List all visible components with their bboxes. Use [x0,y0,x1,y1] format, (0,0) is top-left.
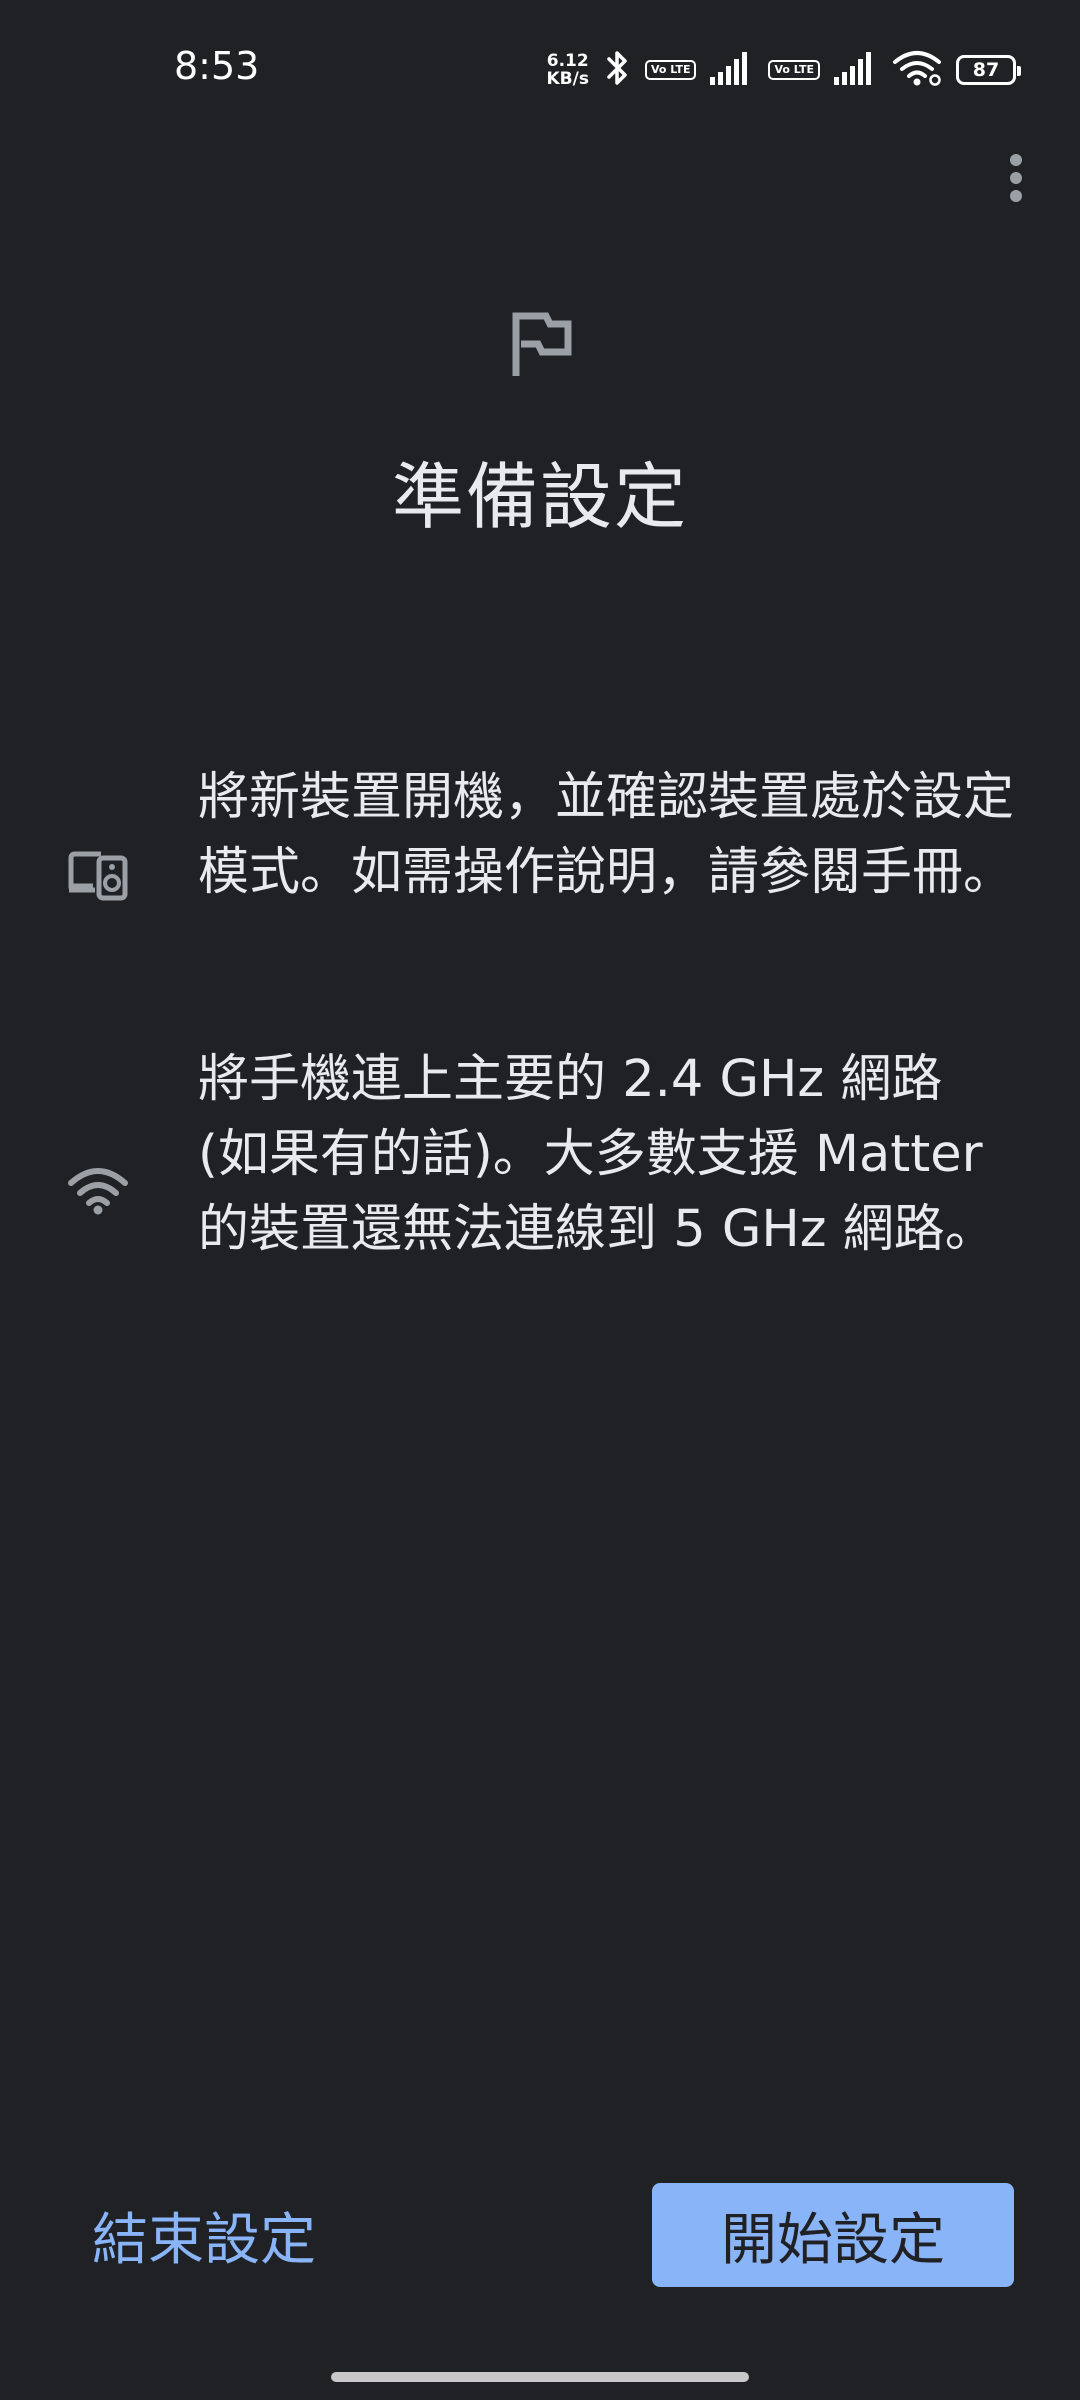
end-setup-button[interactable]: 結束設定 [76,2192,332,2278]
network-speed: 6.12 KB/s [547,52,589,88]
status-icons: 6.12 KB/s Vo LTE Vo LTE 87 [547,48,1021,92]
network-speed-value: 6.12 [546,51,589,71]
volte-badge-1: Vo LTE [644,60,697,80]
battery-level: 87 [972,59,1000,81]
bluetooth-icon [603,48,631,92]
signal-icon [834,51,878,89]
battery-icon: 87 [956,55,1021,85]
instruction-text-wifi: 將手機連上主要的 2.4 GHz 網路 (如果有的話)。大多數支援 Matter… [198,1050,996,1259]
page-title: 準備設定 [391,455,688,539]
instruction-text-device: 將新裝置開機，並確認裝置處於設定模式。如需操作說明，請參閱手冊。 [198,768,1015,902]
status-time: 8:53 [174,44,260,88]
signal-icon [710,51,754,89]
footer-actions: 結束設定 開始設定 [0,2180,1080,2290]
start-setup-button[interactable]: 開始設定 [652,2183,1014,2287]
more-options-button[interactable] [996,150,1036,210]
home-indicator[interactable] [331,2372,749,2382]
network-speed-unit: KB/s [546,69,589,89]
wifi-icon [64,1156,132,1224]
flag-icon [508,310,572,380]
more-vert-icon [1008,153,1024,207]
volte-badge-2: Vo LTE [768,60,820,80]
wifi-icon [892,50,942,90]
devices-icon [64,842,132,910]
status-bar: 8:53 6.12 KB/s Vo LTE Vo LTE 87 [0,0,1080,140]
